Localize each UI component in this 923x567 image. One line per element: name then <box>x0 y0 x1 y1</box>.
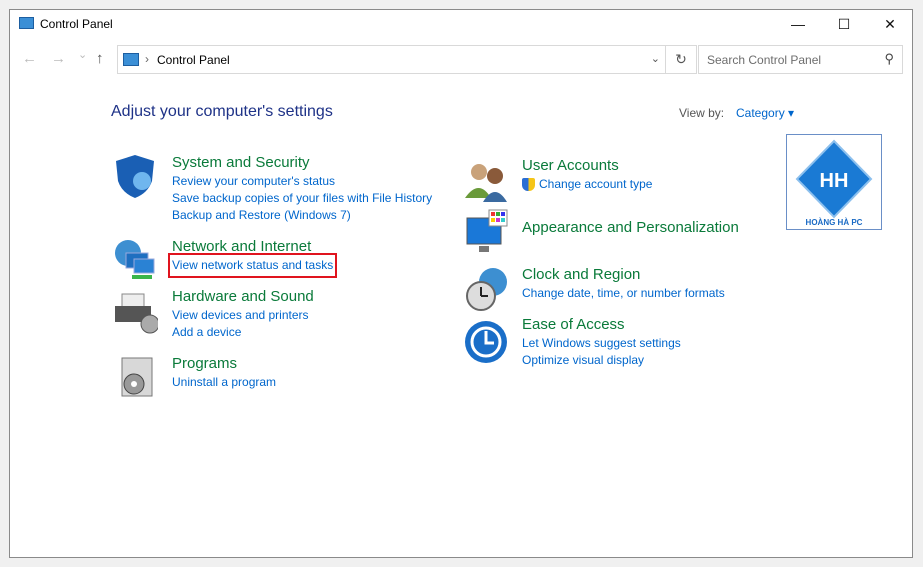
up-button[interactable]: ↑ <box>96 50 104 67</box>
refresh-button[interactable]: ↻ <box>665 46 696 73</box>
control-panel-window: Control Panel — ☐ ✕ ← → ⌄ ↑ › Control Pa… <box>9 9 913 558</box>
appearance-icon <box>466 209 508 252</box>
programs-link[interactable]: Programs <box>172 355 276 372</box>
user-accounts-icon <box>465 164 507 202</box>
back-button[interactable]: ← <box>22 50 37 67</box>
breadcrumb-control-panel[interactable]: Control Panel <box>157 53 230 67</box>
uninstall-program-link[interactable]: Uninstall a program <box>172 374 276 391</box>
clock-region-link[interactable]: Clock and Region <box>522 266 725 283</box>
page-title: Adjust your computer's settings <box>111 103 333 120</box>
view-devices-link[interactable]: View devices and printers <box>172 307 314 324</box>
category-clock-region: Clock and Region Change date, time, or n… <box>522 266 725 302</box>
view-by-label: View by: <box>679 106 725 120</box>
shield-icon <box>116 155 154 198</box>
control-panel-icon <box>123 53 139 66</box>
svg-text:HOÀNG HÀ PC: HOÀNG HÀ PC <box>806 218 863 227</box>
view-network-status-link[interactable]: View network status and tasks <box>167 253 338 278</box>
file-history-link[interactable]: Save backup copies of your files with Fi… <box>172 190 432 207</box>
forward-button[interactable]: → <box>51 50 66 67</box>
view-by-dropdown[interactable]: Category ▾ <box>736 106 794 120</box>
ease-of-access-link[interactable]: Ease of Access <box>522 316 681 333</box>
ease-of-access-icon <box>465 321 507 363</box>
chevron-right-icon[interactable]: › <box>145 52 149 66</box>
maximize-button[interactable]: ☐ <box>821 10 867 38</box>
change-date-formats-link[interactable]: Change date, time, or number formats <box>522 285 725 302</box>
close-button[interactable]: ✕ <box>867 10 913 38</box>
category-ease-of-access: Ease of Access Let Windows suggest setti… <box>522 316 681 369</box>
network-icon <box>115 240 155 279</box>
address-dropdown-button[interactable]: ⌄ <box>651 52 660 65</box>
category-system-security: System and Security Review your computer… <box>172 154 432 224</box>
category-programs: Programs Uninstall a program <box>172 355 276 391</box>
title-bar: Control Panel — ☐ ✕ <box>10 10 912 38</box>
recent-locations-button[interactable]: ⌄ <box>78 48 87 61</box>
category-network-internet: Network and Internet View network status… <box>167 238 338 278</box>
search-box[interactable]: ⚲ <box>698 45 903 74</box>
svg-text:HH: HH <box>820 170 849 192</box>
category-user-accounts: User Accounts Change account type <box>522 157 652 193</box>
change-account-type-link[interactable]: Change account type <box>522 176 652 193</box>
windows-suggest-settings-link[interactable]: Let Windows suggest settings <box>522 335 681 352</box>
hoang-ha-pc-logo: HH HOÀNG HÀ PC <box>786 134 882 230</box>
system-security-link[interactable]: System and Security <box>172 154 432 171</box>
category-appearance: Appearance and Personalization <box>522 219 739 238</box>
appearance-personalization-link[interactable]: Appearance and Personalization <box>522 219 739 236</box>
network-internet-link[interactable]: Network and Internet <box>172 238 333 255</box>
review-status-link[interactable]: Review your computer's status <box>172 173 432 190</box>
category-hardware-sound: Hardware and Sound View devices and prin… <box>172 288 314 341</box>
backup-restore-link[interactable]: Backup and Restore (Windows 7) <box>172 207 432 224</box>
programs-icon <box>121 357 153 397</box>
address-bar[interactable]: › Control Panel ⌄ ↻ <box>117 45 697 74</box>
minimize-button[interactable]: — <box>775 10 821 38</box>
search-icon[interactable]: ⚲ <box>884 51 894 67</box>
clock-region-icon <box>466 268 507 311</box>
change-account-type-label: Change account type <box>539 177 653 191</box>
window-title: Control Panel <box>40 17 113 31</box>
printer-icon <box>115 293 158 334</box>
uac-shield-icon <box>522 178 535 191</box>
add-device-link[interactable]: Add a device <box>172 324 314 341</box>
control-panel-icon <box>19 17 34 29</box>
hardware-sound-link[interactable]: Hardware and Sound <box>172 288 314 305</box>
optimize-visual-display-link[interactable]: Optimize visual display <box>522 352 681 369</box>
user-accounts-link[interactable]: User Accounts <box>522 157 652 174</box>
search-input[interactable] <box>699 46 869 73</box>
